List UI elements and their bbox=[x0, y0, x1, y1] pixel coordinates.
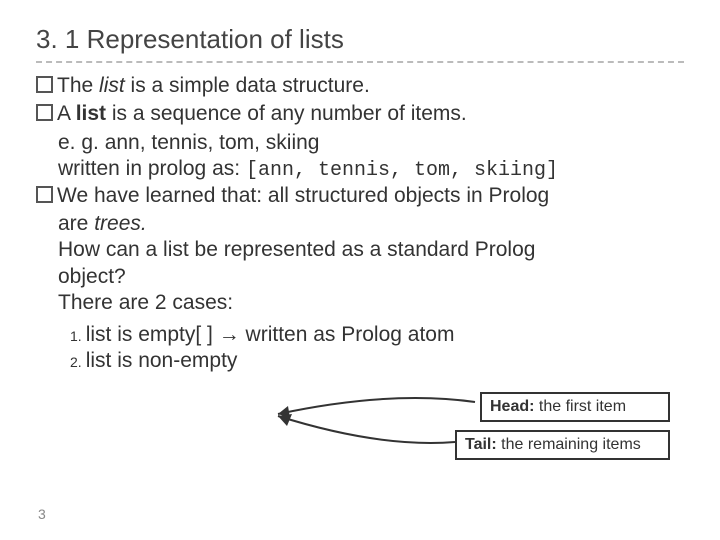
bullet-3-q2: object? bbox=[58, 264, 684, 290]
text: written as Prolog atom bbox=[240, 323, 455, 346]
text: is a simple data structure. bbox=[125, 74, 370, 97]
slide-title: 3. 1 Representation of lists bbox=[36, 24, 684, 55]
text: We have learned that: all structured obj… bbox=[57, 184, 549, 207]
callout-tail: Tail: the remaining items bbox=[455, 430, 670, 460]
callout-text: the remaining items bbox=[497, 436, 641, 453]
text: list is empty[ ] bbox=[86, 323, 219, 346]
text: list is non-empty bbox=[86, 349, 238, 372]
arrow-icon: → bbox=[219, 323, 240, 346]
bullet-2-written: written in prolog as: [ann, tennis, tom,… bbox=[58, 156, 684, 183]
text: written in prolog as: bbox=[58, 157, 246, 180]
title-divider bbox=[36, 61, 684, 63]
list-number: 1. bbox=[70, 328, 82, 344]
bullet-square-icon bbox=[36, 104, 53, 121]
bullet-3-cont: are trees. bbox=[58, 211, 684, 237]
slide-body: The list is a simple data structure. A l… bbox=[36, 73, 684, 375]
bullet-square-icon bbox=[36, 76, 53, 93]
callout-label: Head: bbox=[490, 398, 534, 415]
bullet-2-eg: e. g. ann, tennis, tom, skiing bbox=[58, 130, 684, 156]
list-item-2: 2.list is non-empty bbox=[70, 348, 684, 374]
callout-label: Tail: bbox=[465, 436, 497, 453]
connector-arrow-head bbox=[270, 392, 480, 422]
text: The bbox=[57, 74, 99, 97]
list-item-1: 1.list is empty[ ] → written as Prolog a… bbox=[70, 322, 684, 348]
connector-arrow-tail bbox=[270, 410, 460, 450]
bullet-2: A list is a sequence of any number of it… bbox=[36, 101, 684, 127]
emphasis-list: list bbox=[99, 74, 125, 97]
code-snippet: [ann, tennis, tom, skiing] bbox=[246, 159, 558, 182]
callout-head: Head: the first item bbox=[480, 392, 670, 422]
text: are bbox=[58, 212, 94, 235]
bullet-3-q1: How can a list be represented as a stand… bbox=[58, 237, 684, 263]
page-number: 3 bbox=[38, 506, 46, 522]
emphasis-trees: trees. bbox=[94, 212, 147, 235]
bullet-1: The list is a simple data structure. bbox=[36, 73, 684, 99]
bullet-square-icon bbox=[36, 186, 53, 203]
text: A bbox=[57, 102, 76, 125]
bullet-3-cases: There are 2 cases: bbox=[58, 290, 684, 316]
callout-text: the first item bbox=[534, 398, 626, 415]
ordered-list: 1.list is empty[ ] → written as Prolog a… bbox=[70, 322, 684, 375]
bullet-3: We have learned that: all structured obj… bbox=[36, 183, 684, 209]
text: is a sequence of any number of items. bbox=[106, 102, 467, 125]
bold-list: list bbox=[76, 102, 106, 125]
list-number: 2. bbox=[70, 354, 82, 370]
